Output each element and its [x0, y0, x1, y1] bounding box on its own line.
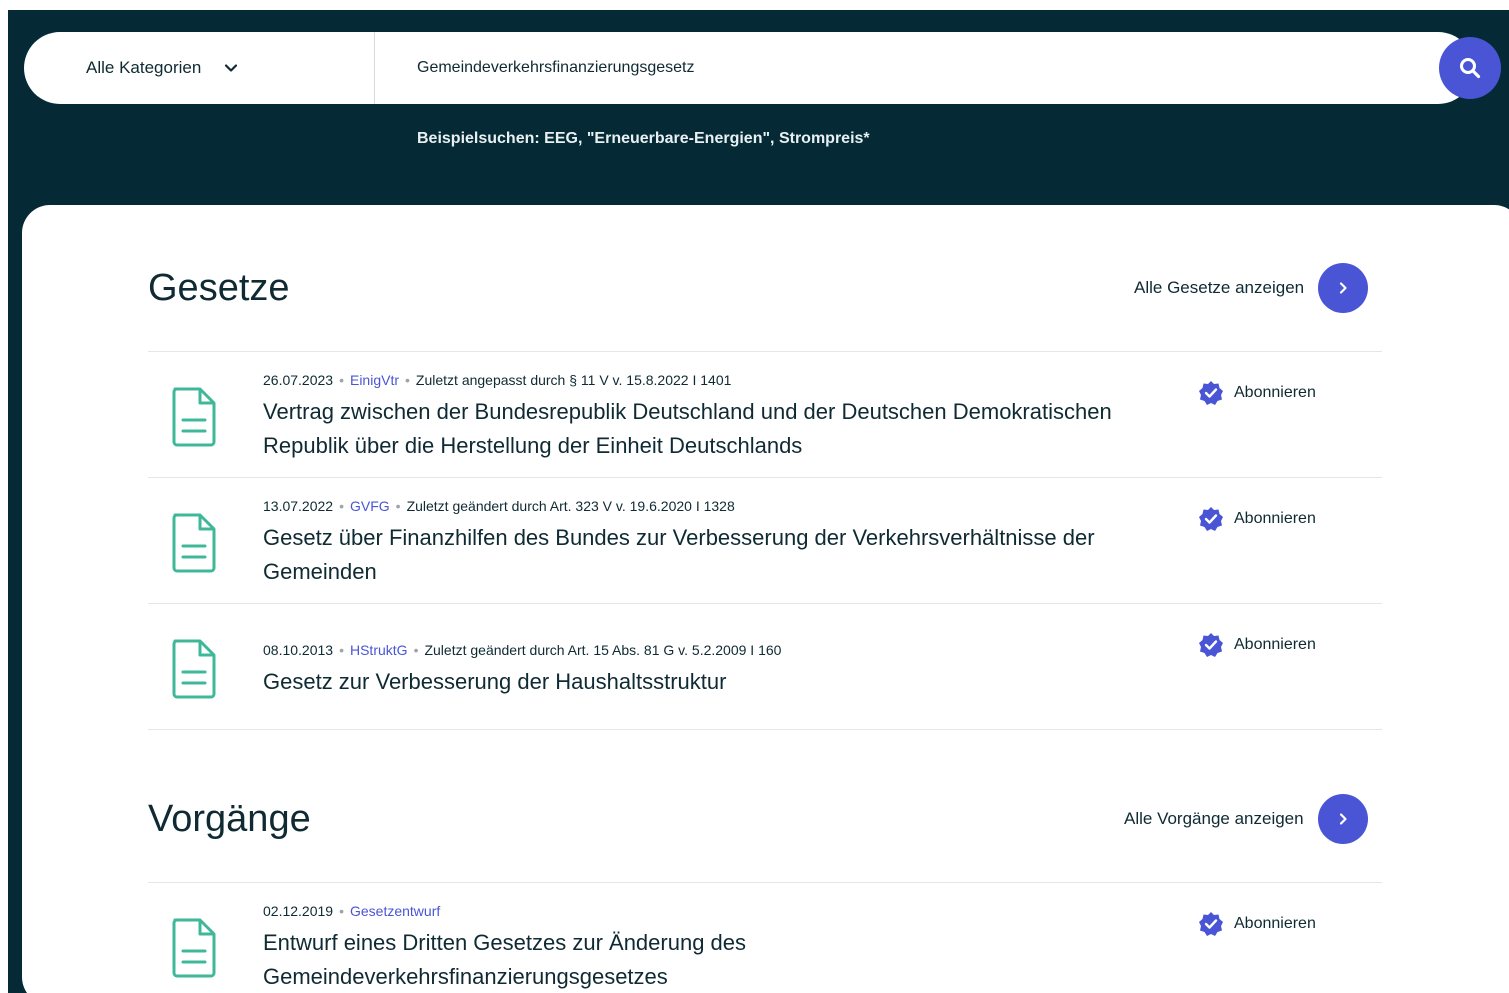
- subscribe-label: Abonnieren: [1234, 510, 1316, 527]
- item-type-link[interactable]: Gesetzentwurf: [350, 903, 440, 919]
- item-title[interactable]: Gesetz über Finanzhilfen des Bundes zur …: [263, 521, 1183, 589]
- item-date: 26.07.2023: [263, 372, 334, 388]
- item-abbr-link[interactable]: HStruktG: [350, 642, 408, 658]
- all-gesetze-button[interactable]: [1318, 263, 1369, 313]
- search-examples: Beispielsuchen: EEG, "Erneuerbare-Energi…: [417, 130, 870, 147]
- subscribe-label: Abonnieren: [1234, 384, 1316, 401]
- item-meta: 02.12.2019 • Gesetzentwurf: [263, 903, 440, 919]
- separator-dot: •: [339, 498, 344, 514]
- chevron-right-icon: [1339, 813, 1347, 825]
- category-select-label: Alle Kategorien: [86, 58, 202, 77]
- list-item-gesetz-2[interactable]: 13.07.2022 • GVFG • Zuletzt geändert durch A…: [148, 478, 1382, 603]
- item-title[interactable]: Entwurf eines Dritten Gesetzes zur Änder…: [263, 926, 963, 993]
- verified-badge-icon: [1199, 381, 1223, 405]
- subscribe-button[interactable]: Abonnieren: [1198, 911, 1316, 937]
- item-date: 08.10.2013: [263, 642, 334, 658]
- item-meta: 13.07.2022 • GVFG • Zuletzt geändert durch A…: [263, 498, 735, 514]
- subscribe-label: Abonnieren: [1234, 636, 1316, 653]
- item-meta: 26.07.2023 • EinigVtr • Zuletzt angepasst du…: [263, 372, 731, 388]
- verified-badge-icon: [1199, 912, 1223, 936]
- subscribe-button[interactable]: Abonnieren: [1198, 506, 1316, 532]
- document-icon: [172, 639, 216, 699]
- list-item-gesetz-3[interactable]: 08.10.2013 • HStruktG • Zuletzt geändert dur…: [148, 604, 1382, 729]
- verified-badge-icon: [1199, 507, 1223, 531]
- document-icon: [172, 918, 216, 978]
- separator-dot: •: [395, 498, 401, 514]
- item-date: 02.12.2019: [263, 903, 334, 919]
- divider: [148, 729, 1382, 730]
- item-title[interactable]: Gesetz zur Verbesserung der Haushaltsstr…: [263, 665, 1183, 699]
- separator-dot: •: [339, 642, 344, 658]
- item-date: 13.07.2022: [263, 498, 334, 514]
- item-title[interactable]: Vertrag zwischen der Bundesrepublik Deut…: [263, 395, 1183, 463]
- subscribe-button[interactable]: Abonnieren: [1198, 380, 1316, 406]
- chevron-right-icon: [1340, 282, 1347, 294]
- verified-badge-icon: [1199, 633, 1223, 657]
- all-vorgaenge-button[interactable]: [1317, 794, 1368, 844]
- category-select[interactable]: Alle Kategorien: [24, 32, 375, 104]
- page-header: Alle Kategorien Gemeindeverkehrsfinanzie…: [8, 10, 1509, 993]
- search-input[interactable]: Gemeindeverkehrsfinanzierungsgesetz: [417, 32, 694, 104]
- subscribe-label: Abonnieren: [1234, 915, 1316, 932]
- document-icon: [172, 387, 216, 447]
- separator-dot: •: [339, 903, 344, 919]
- list-item-gesetz-1[interactable]: 26.07.2023 • EinigVtr • Zuletzt angepasst du…: [148, 352, 1382, 477]
- all-gesetze-link[interactable]: Alle Gesetze anzeigen: [1134, 263, 1369, 313]
- all-vorgaenge-label: Alle Vorgänge anzeigen: [1124, 809, 1304, 828]
- all-vorgaenge-link[interactable]: Alle Vorgänge anzeigen: [1124, 794, 1368, 844]
- document-icon: [172, 513, 216, 573]
- subscribe-button[interactable]: Abonnieren: [1198, 632, 1316, 658]
- item-abbr-link[interactable]: EinigVtr: [350, 372, 399, 388]
- item-note: Zuletzt geändert durch Art. 323 V v. 19.…: [406, 498, 735, 514]
- search-icon: [1460, 58, 1481, 79]
- separator-dot: •: [339, 372, 344, 388]
- item-note: Zuletzt geändert durch Art. 15 Abs. 81 G…: [424, 642, 782, 658]
- chevron-down-icon: [225, 64, 238, 72]
- separator-dot: •: [405, 372, 410, 388]
- item-meta: 08.10.2013 • HStruktG • Zuletzt geändert dur…: [263, 642, 781, 658]
- list-item-vorgang-1[interactable]: 02.12.2019 • Gesetzentwurf Entwurf eines D…: [148, 883, 1382, 993]
- all-gesetze-label: Alle Gesetze anzeigen: [1134, 278, 1305, 297]
- item-abbr-link[interactable]: GVFG: [350, 498, 390, 514]
- item-note: Zuletzt angepasst durch § 11 V v. 15.8.2…: [415, 372, 732, 388]
- results-card: Gesetze Alle Gesetze anzeigen 26.07.2023…: [22, 205, 1509, 993]
- search-bar: Alle Kategorien Gemeindeverkehrsfinanzie…: [24, 32, 1501, 104]
- search-button[interactable]: [1439, 37, 1501, 99]
- section-title-vorgaenge: Vorgänge: [148, 798, 311, 840]
- section-title-gesetze: Gesetze: [148, 267, 290, 309]
- separator-dot: •: [413, 642, 419, 658]
